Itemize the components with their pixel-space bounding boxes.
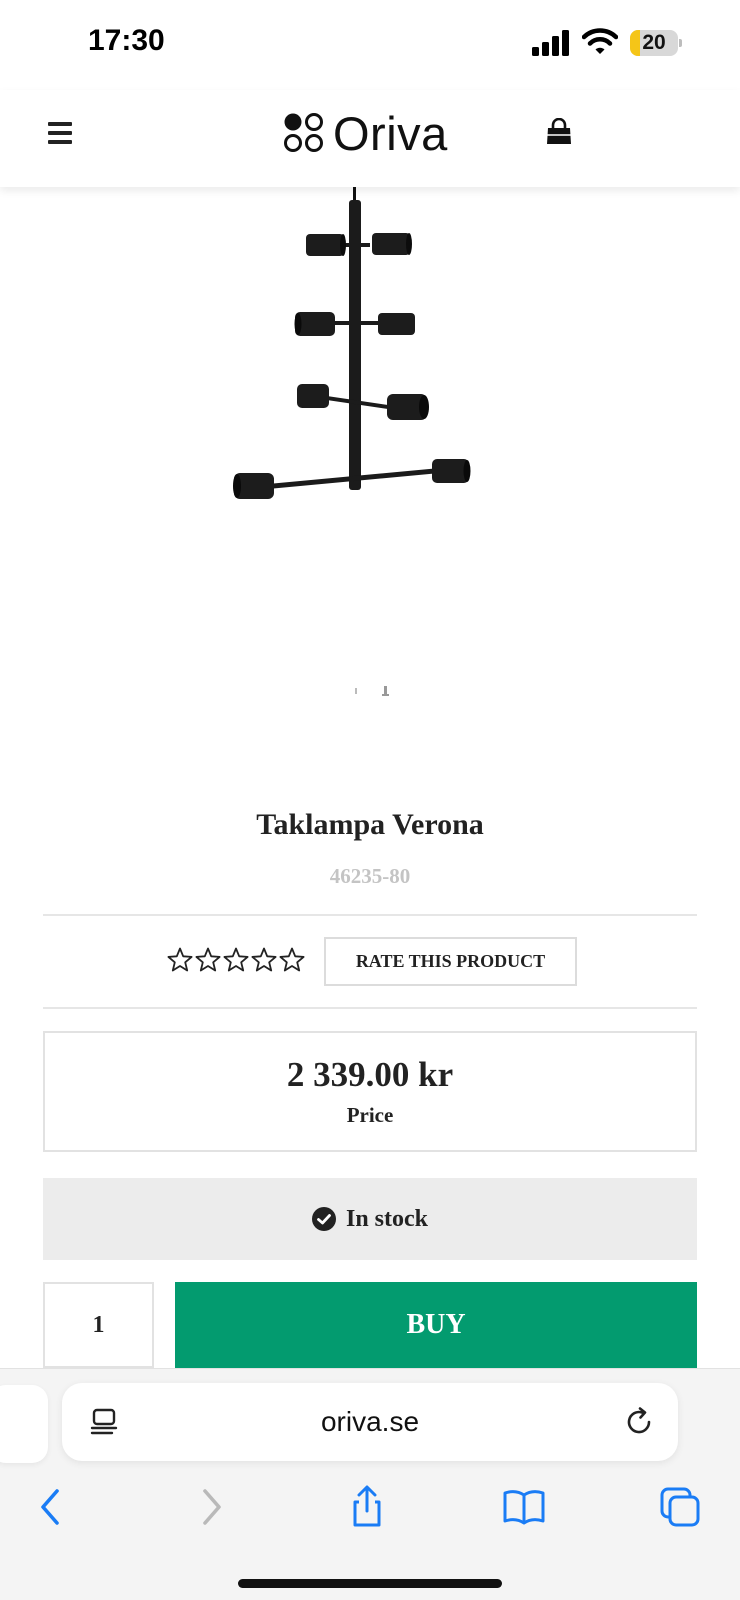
stock-status-box: In stock <box>43 1178 697 1260</box>
star-outline-icon[interactable] <box>222 946 250 974</box>
hamburger-icon[interactable] <box>48 122 72 144</box>
oriva-logo-mark-icon <box>284 113 323 152</box>
star-outline-icon[interactable] <box>194 946 222 974</box>
price-label: Price <box>346 1103 394 1127</box>
status-bar: 17:30 20 <box>0 0 740 90</box>
price-box: 2 339.00 kr Price <box>43 1031 697 1152</box>
battery-indicator: 20 <box>630 30 682 56</box>
shopping-bag-icon[interactable] <box>545 118 573 146</box>
status-time: 17:30 <box>88 24 165 57</box>
divider <box>43 1007 697 1009</box>
product-sku: 46235-80 <box>329 864 411 888</box>
forward-icon[interactable] <box>188 1485 232 1529</box>
divider <box>43 914 697 916</box>
tabs-icon[interactable] <box>658 1485 702 1529</box>
price-value: 2 339.00 kr <box>286 1055 454 1094</box>
buy-button[interactable]: BUY <box>175 1282 697 1368</box>
bookmarks-icon[interactable] <box>502 1485 546 1529</box>
image-thumbnails[interactable] <box>355 684 405 704</box>
battery-level-text: 20 <box>642 31 666 54</box>
reload-icon[interactable] <box>625 1407 655 1437</box>
cellular-signal-icon <box>532 30 569 56</box>
address-bar[interactable]: oriva.se <box>62 1383 678 1461</box>
product-image[interactable] <box>220 187 490 527</box>
quantity-input[interactable] <box>43 1282 154 1368</box>
back-icon[interactable] <box>30 1485 74 1529</box>
share-icon[interactable] <box>345 1485 389 1529</box>
wifi-icon <box>582 28 618 54</box>
star-outline-icon[interactable] <box>166 946 194 974</box>
star-outline-icon[interactable] <box>278 946 306 974</box>
url-text[interactable]: oriva.se <box>62 1383 678 1461</box>
star-outline-icon[interactable] <box>250 946 278 974</box>
check-circle-icon <box>311 1207 336 1231</box>
stock-status-text: In stock <box>345 1205 429 1232</box>
home-indicator <box>238 1579 502 1588</box>
rating-stars[interactable] <box>166 946 306 974</box>
site-header: Oriva <box>0 90 740 187</box>
previous-tab-preview[interactable] <box>0 1385 48 1463</box>
product-title: Taklampa Verona <box>256 808 484 841</box>
rate-product-button[interactable]: RATE THIS PRODUCT <box>324 937 577 986</box>
site-logo[interactable]: Oriva <box>283 106 448 160</box>
logo-text: Oriva <box>333 106 448 160</box>
browser-toolbar: oriva.se <box>0 1368 740 1600</box>
